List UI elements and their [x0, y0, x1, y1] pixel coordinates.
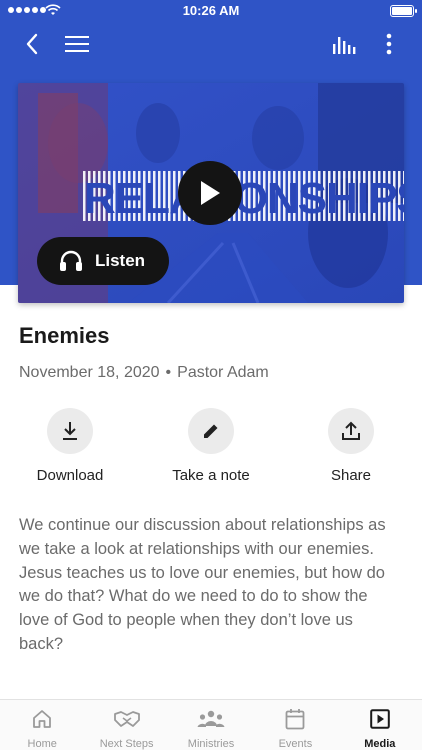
back-button[interactable]: [17, 30, 47, 58]
calendar-icon: [286, 709, 305, 730]
share-icon: [342, 421, 360, 440]
status-time: 10:26 AM: [182, 3, 240, 18]
audio-levels-button[interactable]: [329, 30, 359, 58]
hamburger-icon: [65, 36, 89, 52]
meta-separator: •: [165, 364, 172, 381]
tab-events[interactable]: Events: [253, 700, 337, 750]
tab-next-steps-label: Next Steps: [99, 738, 154, 750]
tab-ministries-label: Ministries: [187, 738, 235, 750]
home-icon: [33, 710, 52, 728]
download-icon: [63, 422, 77, 440]
share-label: Share: [330, 467, 372, 484]
tab-ministries[interactable]: Ministries: [169, 700, 253, 750]
share-button[interactable]: Share: [291, 408, 411, 484]
tab-next-steps[interactable]: Next Steps: [84, 700, 168, 750]
play-button[interactable]: [178, 161, 242, 225]
menu-button[interactable]: [62, 30, 92, 58]
status-bar: 10:26 AM: [0, 0, 422, 22]
top-navigation: [0, 24, 422, 64]
more-vertical-icon: [386, 33, 392, 55]
download-button[interactable]: Download: [10, 408, 130, 484]
sermon-title: Enemies: [19, 323, 110, 348]
handshake-icon: [113, 711, 140, 727]
sermon-description: We continue our discussion about relatio…: [19, 516, 386, 653]
sermon-speaker: Pastor Adam: [177, 364, 269, 381]
tab-media[interactable]: Media: [338, 700, 422, 750]
pencil-icon: [204, 424, 218, 438]
download-label: Download: [36, 467, 104, 484]
listen-button[interactable]: Listen: [37, 237, 169, 285]
download-circle[interactable]: [47, 408, 93, 454]
sermon-meta: November 18, 2020 • Pastor Adam: [19, 364, 269, 382]
take-note-button[interactable]: Take a note: [151, 408, 271, 484]
play-icon: [201, 181, 220, 205]
battery-icon: [390, 5, 417, 17]
sermon-date: November 18, 2020: [19, 364, 160, 381]
chevron-left-icon: [26, 33, 38, 55]
tab-home-label: Home: [27, 738, 57, 750]
people-icon: [197, 710, 225, 727]
more-options-button[interactable]: [374, 30, 404, 58]
sermon-media-thumbnail[interactable]: RELATIONSHIPS Listen: [18, 83, 404, 303]
bottom-tab-bar: Home Next Steps Ministries Events Media: [0, 699, 422, 750]
tab-home[interactable]: Home: [0, 700, 84, 750]
tab-events-label: Events: [278, 738, 313, 750]
headphones-icon: [60, 250, 82, 271]
take-note-circle[interactable]: [188, 408, 234, 454]
take-note-label: Take a note: [172, 467, 250, 484]
equalizer-icon: [333, 37, 356, 54]
media-play-icon: [370, 709, 390, 729]
listen-label: Listen: [95, 251, 146, 270]
share-circle[interactable]: [328, 408, 374, 454]
banner-text: RELATIONSHIPS: [84, 174, 404, 223]
tab-media-label: Media: [364, 738, 396, 750]
